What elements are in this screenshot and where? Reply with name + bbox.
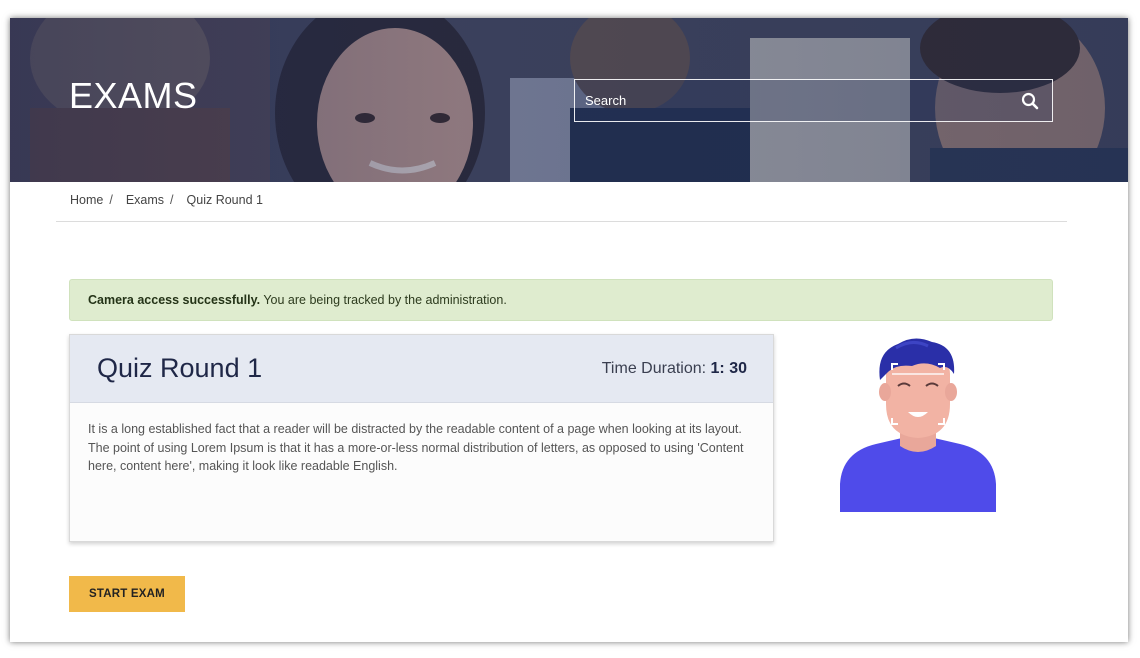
camera-alert: Camera access successfully. You are bein…	[69, 279, 1053, 321]
breadcrumb-separator: /	[109, 193, 113, 207]
alert-text: You are being tracked by the administrat…	[263, 293, 507, 307]
breadcrumb-home[interactable]: Home	[70, 193, 103, 207]
breadcrumb-exams[interactable]: Exams	[126, 193, 164, 207]
breadcrumb: Home / Exams / Quiz Round 1	[70, 193, 263, 207]
quiz-title: Quiz Round 1	[97, 353, 263, 383]
search-input[interactable]	[575, 80, 1005, 121]
quiz-card: Quiz Round 1 Time Duration: 1: 30 It is …	[69, 334, 774, 542]
face-tracking-avatar-icon	[840, 338, 996, 512]
breadcrumb-divider	[56, 221, 1067, 222]
quiz-description: It is a long established fact that a rea…	[88, 422, 744, 473]
duration-label: Time Duration:	[601, 360, 707, 377]
search-box	[574, 79, 1053, 122]
duration-value: 1: 30	[710, 360, 747, 377]
breadcrumb-separator: /	[170, 193, 174, 207]
search-icon[interactable]	[1020, 91, 1040, 111]
breadcrumb-current: Quiz Round 1	[186, 193, 263, 207]
page-frame: EXAMS Home / Exams / Quiz Round 1 Camera…	[10, 18, 1128, 642]
alert-strong: Camera access successfully.	[88, 293, 261, 307]
quiz-card-header: Quiz Round 1 Time Duration: 1: 30	[70, 335, 773, 403]
time-duration: Time Duration: 1: 30	[602, 360, 747, 378]
hero-banner: EXAMS	[10, 18, 1128, 182]
start-exam-button[interactable]: START EXAM	[69, 576, 185, 612]
page-title: EXAMS	[69, 75, 198, 116]
